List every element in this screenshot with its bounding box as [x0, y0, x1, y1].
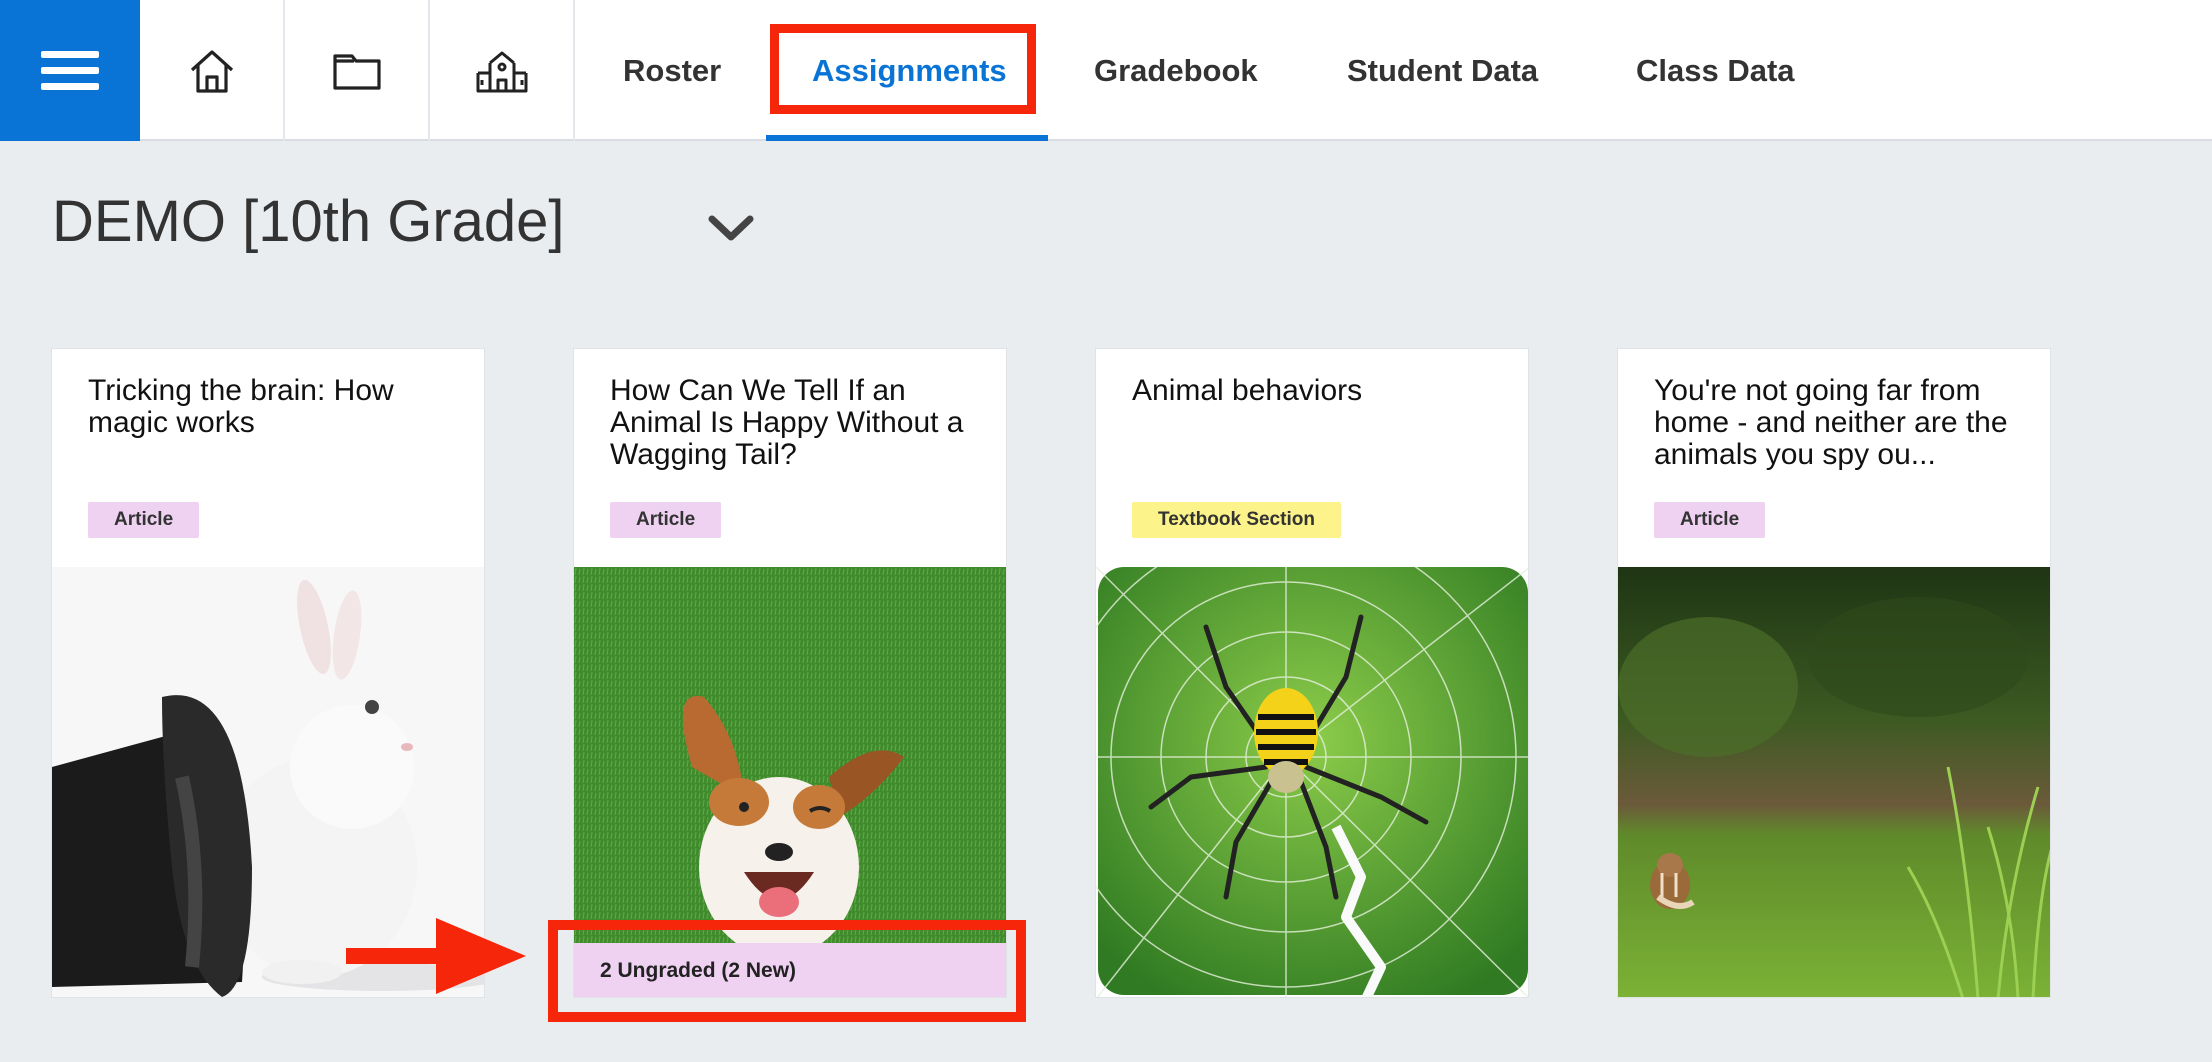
- tab-class-data[interactable]: Class Data: [1636, 0, 1795, 141]
- home-button[interactable]: [140, 0, 285, 141]
- card-title: How Can We Tell If an Animal Is Happy Wi…: [610, 375, 964, 471]
- active-tab-indicator: [766, 135, 1048, 141]
- school-icon: [476, 51, 527, 92]
- tab-gradebook[interactable]: Gradebook: [1094, 0, 1258, 141]
- assignments-tab-highlight: [770, 24, 1036, 114]
- chevron-down-icon[interactable]: [706, 207, 756, 247]
- assignment-card[interactable]: How Can We Tell If an Animal Is Happy Wi…: [573, 348, 1007, 998]
- home-icon: [190, 49, 233, 93]
- spider-web-image: [1096, 567, 1528, 997]
- school-button[interactable]: [430, 0, 575, 141]
- folder-icon: [332, 53, 381, 90]
- card-title: Tricking the brain: How magic works: [88, 375, 394, 439]
- ungraded-status-highlight: [548, 920, 1026, 1022]
- arrow-annotation-icon: [346, 918, 526, 994]
- assignment-card[interactable]: You're not going far from home - and nei…: [1617, 348, 2051, 998]
- assignment-card[interactable]: Animal behaviors Textbook Section: [1095, 348, 1529, 998]
- assignment-card[interactable]: Tricking the brain: How magic works Arti…: [51, 348, 485, 998]
- type-badge: Article: [88, 502, 200, 538]
- card-title: You're not going far from home - and nei…: [1654, 375, 2008, 471]
- type-badge: Textbook Section: [1132, 502, 1341, 538]
- hamburger-icon: [41, 50, 99, 90]
- top-nav: Roster Assignments Gradebook Student Dat…: [0, 0, 2212, 141]
- tab-student-data[interactable]: Student Data: [1347, 0, 1538, 141]
- library-button[interactable]: [285, 0, 430, 141]
- card-title: Animal behaviors: [1132, 375, 1363, 407]
- type-badge: Article: [1654, 502, 1766, 538]
- class-title: DEMO [10th Grade]: [52, 189, 565, 254]
- chipmunk-image: [1618, 567, 2050, 997]
- hamburger-menu-button[interactable]: [0, 0, 140, 141]
- tab-roster[interactable]: Roster: [623, 0, 721, 141]
- type-badge: Article: [610, 502, 722, 538]
